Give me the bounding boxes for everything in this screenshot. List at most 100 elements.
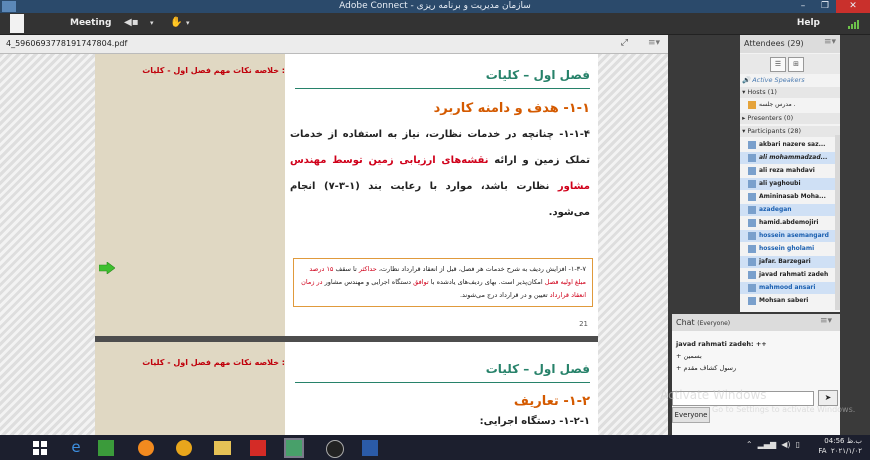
windows-start-icon[interactable]	[30, 438, 50, 457]
chat-message: + رسول کشاف مقدم	[676, 364, 737, 372]
attendees-title: Attendees (29)	[744, 35, 804, 53]
connect-app-icon	[10, 14, 24, 33]
participant-icon	[748, 257, 756, 266]
sidebar-title: خلاصه نکات مهم فصل اول - کلیات :	[142, 66, 285, 75]
fit-width-icon[interactable]: ⤢	[621, 38, 628, 48]
pdf-page: خلاصه نکات مهم فصل اول - کلیات : فصل اول…	[95, 342, 598, 435]
meeting-menu[interactable]: Meeting	[70, 13, 111, 34]
notification-icon[interactable]: ▯	[796, 440, 800, 449]
window-title: Adobe Connect - سازمان مدیریت و برنامه ر…	[339, 1, 531, 11]
participant-row[interactable]: ali reza mahdavi	[740, 165, 836, 177]
note-text: تا سقف	[333, 265, 359, 273]
wifi-icon[interactable]: ▂▄▆	[758, 440, 776, 449]
speaker-icon[interactable]: ◀▪	[124, 17, 138, 28]
hosts-label: Hosts (1)	[747, 88, 777, 96]
acrobat-icon[interactable]	[250, 440, 266, 456]
hosts-group[interactable]: ▾ Hosts (1)	[740, 87, 840, 98]
clock-date: ۲۰۲۱/۱/۰۲	[830, 447, 862, 455]
right-margin	[598, 54, 668, 435]
list-view-icon[interactable]: ☰	[770, 57, 786, 72]
windows-taskbar: e	[0, 435, 870, 460]
participant-name: mahmood ansari	[759, 284, 816, 291]
speaker-icon: 🔊	[740, 76, 753, 84]
attendees-header: Attendees (29) ≡▾	[740, 35, 840, 53]
pod-menu-icon[interactable]: ≡▾	[648, 38, 660, 48]
participant-icon	[748, 205, 756, 214]
show-hidden-icon[interactable]: ⌃	[746, 440, 753, 449]
participant-name: Mohsan saberi	[759, 297, 809, 304]
adobe-connect-taskbar-icon[interactable]	[284, 438, 304, 458]
speaker-dropdown-icon[interactable]: ▾	[150, 19, 154, 27]
participant-name: hossein asemangard	[759, 232, 829, 239]
section-title: ۱-۱- هدف و دامنه کاربرد	[433, 101, 590, 116]
note-text: امکان‌پذیر است. بهای ردیف‌های یادشده با	[428, 278, 545, 286]
store-icon[interactable]	[98, 440, 114, 456]
connection-status-icon	[848, 20, 859, 29]
system-tray-icons[interactable]: ⌃ ▂▄▆ ◀) ▯	[746, 440, 800, 449]
keyboard-language[interactable]: FA	[818, 447, 826, 455]
send-message-icon[interactable]: ➤	[818, 390, 838, 406]
participant-row[interactable]: azadegan	[740, 204, 836, 216]
chat-recipient-select[interactable]: Everyone	[672, 407, 710, 423]
participant-row[interactable]: ali yaghoubi	[740, 178, 836, 190]
subsection-title: ۱-۲-۱- دستگاه اجرایی:	[479, 416, 590, 427]
document-viewer[interactable]: خلاصه نکات مهم فصل اول - کلیات : فصل اول…	[0, 54, 668, 435]
file-explorer-icon[interactable]	[214, 441, 231, 455]
participant-icon	[748, 296, 756, 305]
participant-icon	[748, 270, 756, 279]
participant-icon	[748, 166, 756, 175]
participant-name: ali reza mahdavi	[759, 167, 815, 174]
participant-icon	[748, 153, 756, 162]
attendee-view-toggle: ☰ ⊞	[740, 54, 840, 74]
sidebar-title: خلاصه نکات مهم فصل اول - کلیات :	[142, 358, 285, 367]
participant-row[interactable]: ali mohammadzad...	[740, 152, 836, 164]
window-title-bar: Adobe Connect - سازمان مدیریت و برنامه ر…	[0, 0, 870, 13]
nox-app-icon[interactable]	[326, 440, 344, 458]
attendees-scrollbar[interactable]	[835, 135, 840, 310]
chat-scope: (Everyone)	[697, 320, 731, 327]
raise-hand-icon[interactable]: ✋	[170, 17, 182, 28]
participant-row[interactable]: Mohsan saberi	[740, 295, 836, 307]
chat-title: Chat (Everyone)	[676, 314, 730, 332]
note-text: دستگاه اجرایی و مهندس مشاور	[322, 278, 414, 286]
participant-name: jafar. Barzegari	[759, 258, 811, 265]
host-name: مدرس جلسه .	[759, 101, 796, 108]
participant-icon	[748, 179, 756, 188]
minimize-button[interactable]: –	[792, 0, 814, 13]
clock-time: 04:56 ب.ظ	[824, 437, 862, 445]
participant-row[interactable]: mahmood ansari	[740, 282, 836, 294]
word-icon[interactable]	[362, 440, 378, 456]
participants-group[interactable]: ▾ Participants (28)	[740, 126, 840, 137]
pod-menu-icon[interactable]: ≡▾	[820, 316, 832, 326]
system-clock[interactable]: 04:56 ب.ظ FA ۲۰۲۱/۱/۰۲	[818, 436, 862, 456]
maximize-button[interactable]: ❐	[814, 0, 836, 13]
note-box: ۱-۳-۷- افزایش ردیف به شرح خدمات هر فصل، …	[293, 258, 593, 307]
host-row[interactable]: مدرس جلسه .	[740, 99, 836, 111]
edge-browser-icon[interactable]: e	[66, 438, 86, 457]
participant-row[interactable]: Amininasab Moha...	[740, 191, 836, 203]
volume-icon[interactable]: ◀)	[781, 440, 790, 449]
participant-name: azadegan	[759, 206, 792, 213]
participant-row[interactable]: hamid.abdemojiri	[740, 217, 836, 229]
firefox-icon[interactable]	[138, 440, 154, 456]
chat-message: javad rahmati zadeh: ++	[676, 340, 767, 348]
participant-row[interactable]: akbari nazere saz...	[740, 139, 836, 151]
grid-view-icon[interactable]: ⊞	[788, 57, 804, 72]
participant-icon	[748, 218, 756, 227]
participant-row[interactable]: jafar. Barzegari	[740, 256, 836, 268]
notes-sidebar	[95, 342, 285, 435]
participant-row[interactable]: javad rahmati zadeh	[740, 269, 836, 281]
chrome-icon[interactable]	[176, 440, 192, 456]
help-menu[interactable]: Help	[797, 13, 820, 34]
section-title: ۱-۲- تعاریف	[513, 394, 590, 409]
window-controls: – ❐ ✕	[792, 0, 870, 13]
participant-name: hossein gholami	[759, 245, 815, 252]
participant-row[interactable]: hossein asemangard	[740, 230, 836, 242]
presenters-group[interactable]: ▸ Presenters (0)	[740, 113, 840, 124]
status-dropdown-icon[interactable]: ▾	[186, 19, 190, 27]
note-highlight: حداکثر	[358, 265, 377, 273]
pod-menu-icon[interactable]: ≡▾	[824, 37, 836, 47]
participant-row[interactable]: hossein gholami	[740, 243, 836, 255]
pointer-arrow-icon	[99, 262, 115, 274]
close-button[interactable]: ✕	[836, 0, 870, 13]
